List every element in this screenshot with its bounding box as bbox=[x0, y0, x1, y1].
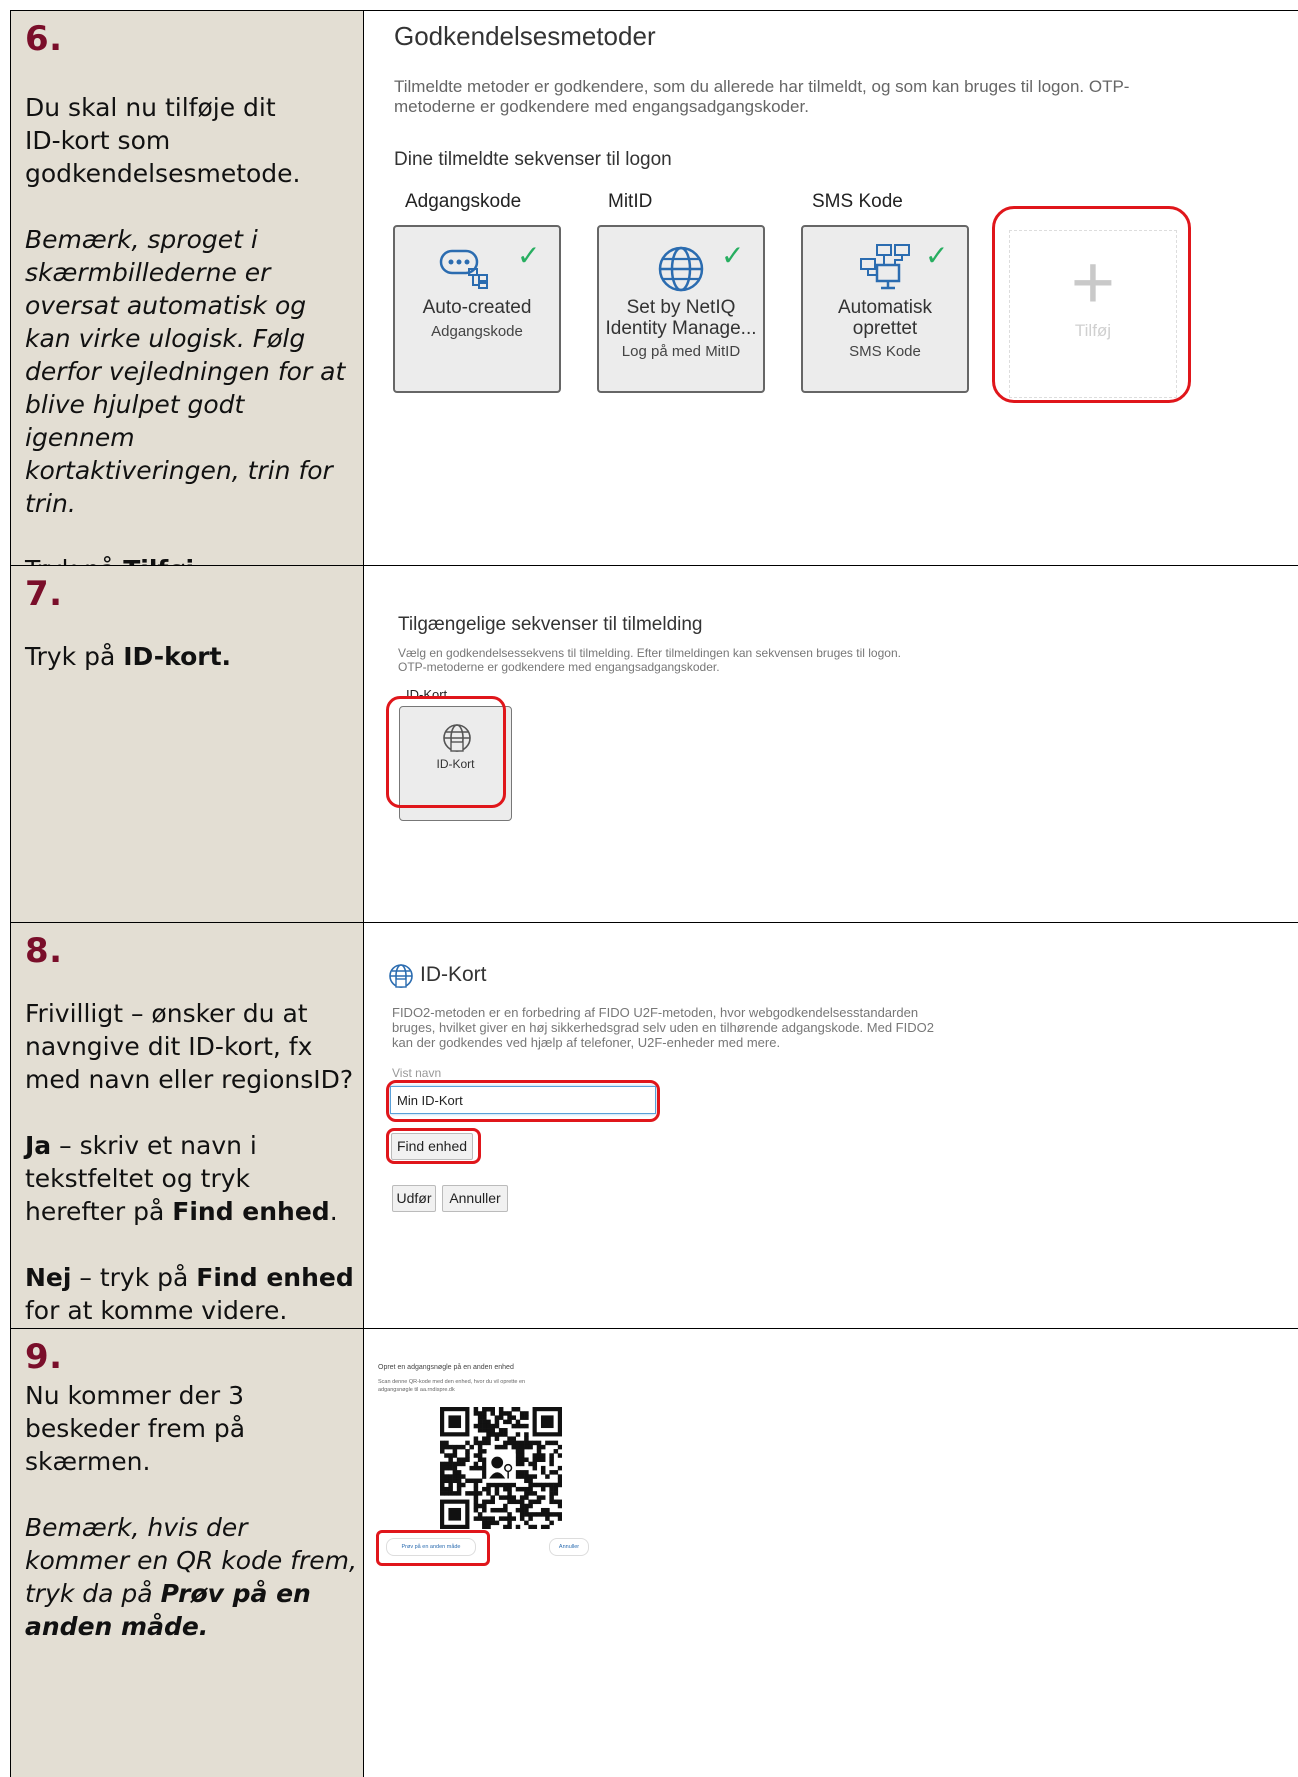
highlight-add bbox=[992, 206, 1191, 403]
card-label: Automatisk bbox=[838, 297, 932, 318]
step-7-screenshot: Tilgængelige sekvenser til tilmelding Væ… bbox=[364, 566, 1298, 923]
step-8-screenshot: ID-Kort FIDO2-metoden er en forbedring a… bbox=[364, 923, 1298, 1329]
card-label: oprettet bbox=[852, 318, 918, 339]
network-icon bbox=[860, 244, 910, 290]
note-line: trin. bbox=[25, 489, 76, 518]
instruction-line: for at komme videre. bbox=[25, 1296, 288, 1325]
highlight-find-device bbox=[386, 1128, 481, 1164]
dialog-description: Scan denne QR-kode med den enhed, hvor d… bbox=[378, 1379, 526, 1393]
note-line: blive hjulpet godt bbox=[25, 390, 245, 419]
note-line: igennem bbox=[25, 423, 135, 452]
highlight-try-another-way bbox=[376, 1530, 490, 1566]
instruction-line: Nej – tryk på Find enhed bbox=[25, 1263, 354, 1292]
page-description: Tilmeldte metoder er godkendere, som du … bbox=[394, 77, 1130, 116]
check-icon: ✓ bbox=[721, 239, 745, 272]
id-card-globe-icon bbox=[389, 964, 413, 988]
method-card-password[interactable]: ✓ Auto-created Adgangskode bbox=[393, 225, 561, 393]
method-header: SMS Kode bbox=[812, 191, 903, 212]
page-title: Tilgængelige sekvenser til tilmelding bbox=[398, 614, 703, 635]
method-header: Adgangskode bbox=[405, 191, 522, 212]
page-title: Godkendelsesmetoder bbox=[394, 21, 656, 51]
note-line: kan virke ulogisk. Følg bbox=[25, 324, 306, 353]
submit-button[interactable]: Udfør bbox=[392, 1185, 436, 1212]
check-icon: ✓ bbox=[517, 239, 541, 272]
cancel-button[interactable]: Annuller bbox=[442, 1185, 508, 1212]
section-title: Dine tilmeldte sekvenser til logon bbox=[394, 149, 672, 170]
highlight-id-card bbox=[386, 696, 506, 808]
highlight-name-field bbox=[386, 1080, 660, 1122]
note-line: oversat automatisk og bbox=[25, 291, 307, 320]
step-6-instructions: 6. Du skal nu tilføje dit ID-kort som go… bbox=[10, 11, 364, 584]
instruction-line: Nu kommer der 3 bbox=[25, 1381, 245, 1410]
card-sublabel: Log på med MitID bbox=[621, 343, 741, 360]
step-number: 9. bbox=[25, 1337, 63, 1377]
card-label: Set by NetIQ bbox=[626, 297, 736, 318]
card-label: Auto-created bbox=[422, 297, 532, 318]
page-title: ID-Kort bbox=[420, 963, 487, 986]
card-label: Identity Manage... bbox=[605, 318, 757, 339]
note-line: kortaktiveringen, trin for bbox=[25, 456, 333, 485]
step-row-8: 8. Frivilligt – ønsker du at navngive di… bbox=[10, 922, 1298, 1329]
instruction-line: Du skal nu tilføje dit bbox=[25, 93, 276, 122]
method-card-sms[interactable]: ✓ Automatisk oprettet SMS Kode bbox=[801, 225, 969, 393]
globe-icon bbox=[658, 246, 704, 292]
instruction-line: Tryk på ID-kort. bbox=[25, 642, 232, 671]
step-number: 8. bbox=[25, 931, 63, 971]
step-row-6: 6. Du skal nu tilføje dit ID-kort som go… bbox=[10, 10, 1298, 584]
dialog-cancel-button[interactable]: Annuller bbox=[549, 1538, 589, 1556]
dialog-title: Opret en adgangsnøgle på en anden enhed bbox=[378, 1364, 514, 1371]
step-8-instructions: 8. Frivilligt – ønsker du at navngive di… bbox=[10, 923, 364, 1329]
step-number: 6. bbox=[25, 19, 63, 59]
instruction-line: Ja – skriv et navn i bbox=[25, 1131, 257, 1160]
card-sublabel: SMS Kode bbox=[849, 343, 921, 360]
note-line: Bemærk, hvis der bbox=[25, 1513, 248, 1542]
step-7-instructions: 7. Tryk på ID-kort. bbox=[10, 566, 364, 923]
instruction-line: navngive dit ID-kort, fx bbox=[25, 1032, 313, 1061]
instruction-line: med navn eller regionsID? bbox=[25, 1065, 354, 1094]
instruction-line: herefter på Find enhed. bbox=[25, 1197, 338, 1226]
note-line: anden måde. bbox=[25, 1612, 209, 1641]
table-top-border bbox=[10, 10, 1298, 11]
page-description: Vælg en godkendelsessekvens til tilmeldi… bbox=[398, 646, 901, 674]
step-9-screenshot: Opret en adgangsnøgle på en anden enhed … bbox=[364, 1329, 1298, 1777]
passkey-icon bbox=[486, 1453, 516, 1483]
step-6-screenshot: Godkendelsesmetoder Tilmeldte metoder er… bbox=[364, 11, 1298, 566]
note-line: kommer en QR kode frem, bbox=[25, 1546, 357, 1575]
qr-code-image bbox=[440, 1407, 562, 1529]
note-line: Bemærk, sproget i bbox=[25, 225, 258, 254]
note-line: tryk da på Prøv på en bbox=[25, 1579, 311, 1608]
page-description: FIDO2-metoden er en forbedring af FIDO U… bbox=[392, 1005, 934, 1050]
note-line: skærmbillederne er bbox=[25, 258, 271, 287]
instruction-line: ID-kort som bbox=[25, 126, 171, 155]
method-card-mitid[interactable]: ✓ Set by NetIQ Identity Manage... Log på… bbox=[597, 225, 765, 393]
instruction-line: godkendelsesmetode. bbox=[25, 159, 301, 188]
step-number: 7. bbox=[25, 574, 63, 614]
password-chat-icon bbox=[439, 249, 488, 289]
field-label: Vist navn bbox=[392, 1066, 442, 1080]
check-icon: ✓ bbox=[925, 239, 949, 272]
step-9-instructions: 9. Nu kommer der 3 beskeder frem på skær… bbox=[10, 1329, 364, 1777]
instruction-line: skærmen. bbox=[25, 1447, 151, 1476]
step-row-9: 9. Nu kommer der 3 beskeder frem på skær… bbox=[10, 1328, 1298, 1777]
instruction-line: Frivilligt – ønsker du at bbox=[25, 999, 308, 1028]
instruction-line: tekstfeltet og tryk bbox=[25, 1164, 251, 1193]
instruction-line: beskeder frem på bbox=[25, 1414, 246, 1443]
method-header: MitID bbox=[608, 191, 653, 212]
instruction-table: 6. Du skal nu tilføje dit ID-kort som go… bbox=[10, 10, 1298, 1777]
card-sublabel: Adgangskode bbox=[431, 323, 523, 340]
step-row-7: 7. Tryk på ID-kort. Tilgængelige sekvens… bbox=[10, 565, 1298, 923]
note-line: derfor vejledningen for at bbox=[25, 357, 346, 386]
